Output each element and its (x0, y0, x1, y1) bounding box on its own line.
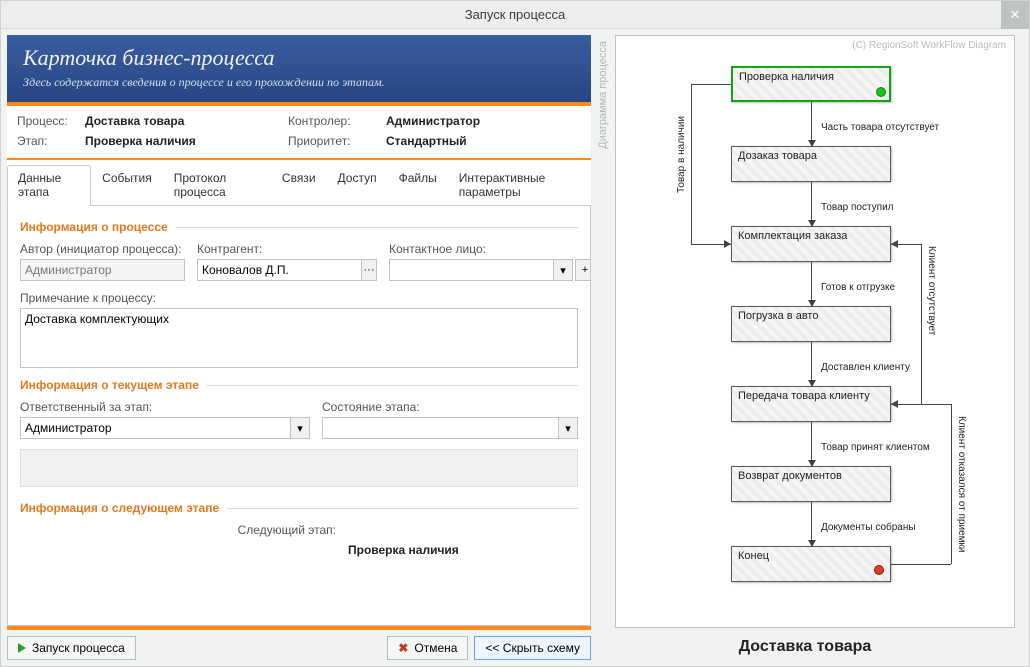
run-process-label: Запуск процесса (32, 641, 125, 655)
stage-state-dropdown-button[interactable]: ▾ (558, 417, 578, 439)
diagram-surface: (C) RegionSoft WorkFlow Diagram Проверка… (615, 35, 1015, 628)
diagram-copyright: (C) RegionSoft WorkFlow Diagram (852, 40, 1006, 51)
edge-label-5-6: Товар принят клиентом (821, 442, 930, 453)
card-header-title: Карточка бизнес-процесса (23, 45, 575, 71)
tab-protocol[interactable]: Протокол процесса (163, 165, 271, 206)
tabs: Данные этапа События Протокол процесса С… (7, 160, 591, 206)
responsible-input[interactable] (20, 417, 290, 439)
diagram-side-label: Диаграмма процесса (595, 35, 611, 155)
run-process-button[interactable]: Запуск процесса (7, 636, 136, 660)
summary-priority-value: Стандартный (386, 134, 581, 148)
edge-5-6 (811, 422, 812, 466)
edge-label-6-7: Документы собраны (821, 522, 916, 533)
stage-readonly-area (20, 449, 578, 487)
card-header-subtitle: Здесь содержатся сведения о процессе и е… (23, 75, 575, 90)
tab-body: Информация о процессе Автор (инициатор п… (7, 206, 591, 626)
tab-events[interactable]: События (91, 165, 163, 206)
author-input (20, 259, 185, 281)
edge-2-3 (811, 182, 812, 226)
stage-state-label: Состояние этапа: (322, 400, 578, 414)
node-check-stock[interactable]: Проверка наличия (731, 66, 891, 102)
hide-schema-label: << Скрыть схему (485, 641, 580, 655)
node-end[interactable]: Конец (731, 546, 891, 582)
summary-process-value: Доставка товара (85, 114, 280, 128)
note-textarea[interactable]: Доставка комплектующих (20, 308, 578, 368)
tab-interactive-params[interactable]: Интерактивные параметры (448, 165, 591, 206)
node-reorder[interactable]: Дозаказ товара (731, 146, 891, 182)
edge-4-5 (811, 342, 812, 386)
node-docs-return[interactable]: Возврат документов (731, 466, 891, 502)
edge-1-3-arrow (724, 240, 731, 248)
process-summary: Процесс: Доставка товара Контролер: Адми… (7, 106, 591, 160)
edge-5-3-arrow (891, 240, 898, 248)
play-icon (18, 643, 26, 653)
contact-dropdown-button[interactable]: ▾ (553, 259, 573, 281)
summary-controller-label: Контролер: (288, 114, 378, 128)
edge-label-7-5: Клиент отказался от приемки (956, 416, 967, 553)
section-current-stage-info: Информация о текущем этапе (20, 378, 578, 392)
counterparty-input[interactable] (197, 259, 361, 281)
edge-label-5-3: Клиент отсутствует (926, 246, 937, 335)
edge-5-3-seg-v (921, 244, 922, 404)
author-label: Автор (инициатор процесса): (20, 242, 185, 256)
tab-links[interactable]: Связи (271, 165, 327, 206)
edge-label-1-3: Товар в наличии (676, 116, 687, 193)
close-icon[interactable]: ✕ (1001, 1, 1029, 29)
summary-controller-value: Администратор (386, 114, 581, 128)
next-stage-label: Следующий этап: (20, 523, 340, 537)
section-process-info: Информация о процессе (20, 220, 578, 234)
node-handover[interactable]: Передача товара клиенту (731, 386, 891, 422)
responsible-label: Ответственный за этап: (20, 400, 310, 414)
cancel-icon: ✖ (398, 641, 408, 655)
summary-stage-label: Этап: (17, 134, 77, 148)
edge-label-1-2: Часть товара отсутствует (821, 122, 939, 133)
tab-files[interactable]: Файлы (388, 165, 448, 206)
edge-7-5-seg-bot (891, 404, 951, 405)
edge-1-3-seg-top (691, 84, 731, 85)
stage-state-input[interactable] (322, 417, 558, 439)
edge-7-5-seg-top (891, 564, 951, 565)
counterparty-label: Контрагент: (197, 242, 377, 256)
edge-7-5-seg-v (951, 404, 952, 564)
edge-1-3-seg-v (691, 84, 692, 244)
hide-schema-button[interactable]: << Скрыть схему (474, 636, 591, 660)
contact-add-button[interactable]: + (575, 259, 591, 281)
node-loading[interactable]: Погрузка в авто (731, 306, 891, 342)
contact-label: Контактное лицо: (389, 242, 591, 256)
contact-input[interactable] (389, 259, 553, 281)
edge-label-3-4: Готов к отгрузке (821, 282, 895, 293)
tab-stage-data[interactable]: Данные этапа (7, 165, 91, 206)
edge-6-7 (811, 502, 812, 546)
edge-label-2-3: Товар поступил (821, 202, 894, 213)
note-label: Примечание к процессу: (20, 291, 578, 305)
summary-priority-label: Приоритет: (288, 134, 378, 148)
section-next-stage-info: Информация о следующем этапе (20, 501, 578, 515)
diagram-title: Доставка товара (595, 628, 1015, 658)
edge-label-4-5: Доставлен клиенту (821, 362, 910, 373)
card-header: Карточка бизнес-процесса Здесь содержатс… (7, 35, 591, 106)
window-title: Запуск процесса (465, 7, 566, 22)
summary-stage-value: Проверка наличия (85, 134, 280, 148)
next-stage-value: Проверка наличия (348, 543, 459, 557)
edge-3-4 (811, 262, 812, 306)
tab-access[interactable]: Доступ (327, 165, 388, 206)
edge-7-5-arrow (891, 400, 898, 408)
cancel-label: Отмена (414, 641, 457, 655)
node-picking[interactable]: Комплектация заказа (731, 226, 891, 262)
counterparty-lookup-button[interactable]: ··· (361, 259, 377, 281)
cancel-button[interactable]: ✖ Отмена (387, 636, 468, 660)
edge-1-2 (811, 102, 812, 146)
titlebar: Запуск процесса ✕ (1, 1, 1029, 29)
responsible-dropdown-button[interactable]: ▾ (290, 417, 310, 439)
button-bar: Запуск процесса ✖ Отмена << Скрыть схему (7, 630, 591, 660)
summary-process-label: Процесс: (17, 114, 77, 128)
